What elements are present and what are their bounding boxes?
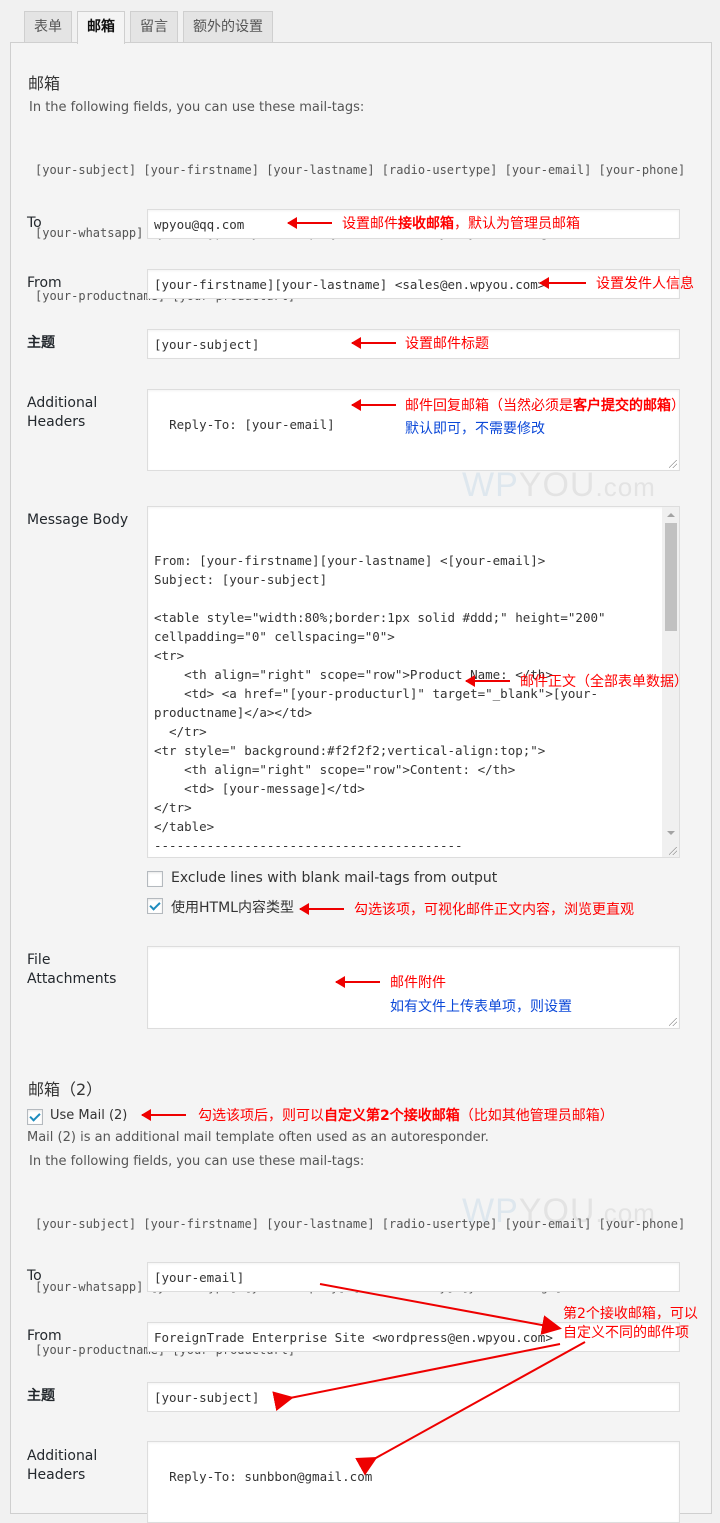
label-line: Additional [27,395,98,411]
use-html-label: 使用HTML内容类型 [171,900,294,916]
annotation-headers-note: 默认即可，不需要修改 [405,421,545,437]
mail-tags-intro: In the following fields, you can use the… [29,100,365,115]
annotation-use-html: 勾选该项，可视化邮件正文内容，浏览更直观 [354,902,634,918]
label-line: Attachments [27,971,117,987]
annotation-use-mail2: 勾选该项后，则可以自定义第2个接收邮箱（比如其他管理员邮箱） [198,1108,614,1124]
message-body-line: Subject: [your-subject] [154,572,328,587]
watermark-logo: WPYOU.com [462,466,656,504]
label-line: File [27,952,51,968]
annotation-headers: 邮件回复邮箱（当然必须是客户提交的邮箱） [405,398,685,414]
mail-tags-line: [your-subject] [your-firstname] [your-la… [35,163,686,177]
message-body-line: cellpadding="0" cellspacing="0"> [154,629,395,644]
exclude-blank-label: Exclude lines with blank mail-tags from … [171,870,498,886]
annotation-arrow-icon [351,399,396,411]
mail2-tags-intro: In the following fields, you can use the… [29,1154,365,1169]
message-body-line: From: [your-firstname][your-lastname] <[… [154,553,546,568]
mail2-subject-input[interactable]: [your-subject] [147,1382,680,1412]
to-label: To [27,215,42,231]
watermark-logo: WPYOU.com [462,1192,656,1230]
annotation-arrow-icon [287,217,332,229]
annotation-to: 设置邮件接收邮箱，默认为管理员邮箱 [342,216,580,232]
message-body-line: <th align="right" scope="row">Content: <… [154,762,516,777]
mail-section-title: 邮箱 [28,74,61,93]
annotation-mail2: 第2个接收邮箱，可以 自定义不同的邮件项 [563,1305,698,1343]
exclude-blank-checkbox[interactable] [147,871,163,887]
scroll-thumb[interactable] [665,523,677,631]
mail2-description: Mail (2) is an additional mail template … [27,1130,489,1145]
resize-handle-icon[interactable] [669,847,677,855]
mail2-to-input[interactable]: [your-email] [147,1262,680,1292]
file-attachments-label: File Attachments [27,951,116,989]
tab-bar: 表单 邮箱 留言 额外的设置 [24,11,278,44]
annotation-from: 设置发件人信息 [596,276,694,292]
annotation-attachments: 邮件附件 [390,975,446,991]
mail2-section-title: 邮箱（2） [28,1080,103,1099]
annotation-arrow-icon [539,277,586,289]
mail2-subject-label: 主题 [27,1388,55,1404]
tab-form[interactable]: 表单 [24,11,72,42]
annotation-line: 自定义不同的邮件项 [563,1325,689,1341]
message-body-line: </table> [154,819,215,834]
label-line: Headers [27,414,86,430]
label-line: Headers [27,1467,86,1483]
message-body-line: <tr style=" background:#f2f2f2;vertical-… [154,743,546,758]
annotation-subject: 设置邮件标题 [405,336,489,352]
mail2-from-label: From [27,1328,62,1344]
scroll-down-arrow-icon[interactable] [667,831,675,835]
message-body-line: </tr> [154,724,207,739]
additional-headers-label: Additional Headers [27,394,97,432]
message-body-line [154,589,657,608]
message-body-label: Message Body [27,512,129,528]
subject-label: 主题 [27,335,55,351]
annotation-attachments-note: 如有文件上传表单项，则设置 [390,999,572,1015]
from-label: From [27,275,62,291]
annotation-arrow-icon [141,1109,186,1121]
tab-additional-settings[interactable]: 额外的设置 [183,11,273,42]
mail2-additional-headers-textarea[interactable]: Reply-To: sunbbon@gmail.com [147,1441,680,1523]
annotation-arrow-icon [465,675,510,687]
message-body-line: ----------------------------------------… [154,838,463,853]
resize-handle-icon[interactable] [669,1018,677,1026]
textarea-value: Reply-To: [your-email] [169,417,335,432]
mail2-to-label: To [27,1268,42,1284]
use-mail2-label: Use Mail (2) [50,1108,128,1123]
scroll-up-arrow-icon[interactable] [667,513,675,517]
annotation-line: 第2个接收邮箱，可以 [563,1306,698,1322]
resize-handle-icon[interactable] [669,460,677,468]
use-html-checkbox[interactable] [147,898,163,914]
message-body-line: <td> [your-message]</td> [154,781,365,796]
textarea-value: Reply-To: sunbbon@gmail.com [169,1469,373,1484]
label-line: Additional [27,1448,98,1464]
use-mail2-checkbox[interactable] [27,1109,43,1125]
mail2-additional-headers-label: Additional Headers [27,1447,97,1485]
message-body-line: <tr> [154,648,185,663]
tab-messages[interactable]: 留言 [130,11,178,42]
message-body-line: This e-mail was sent from a contact form… [154,855,657,857]
tab-mail[interactable]: 邮箱 [77,11,125,44]
message-body-line: productname]</a></td> [154,705,313,720]
message-body-content: From: [your-firstname][your-lastname] <[… [154,551,657,857]
annotation-body: 邮件正文（全部表单数据） [520,674,688,690]
annotation-arrow-icon [299,903,344,915]
message-body-line: </tr> [154,800,192,815]
annotation-arrow-icon [335,976,380,988]
message-body-line: <table style="width:80%;border:1px solid… [154,610,606,625]
annotation-arrow-icon [351,337,396,349]
